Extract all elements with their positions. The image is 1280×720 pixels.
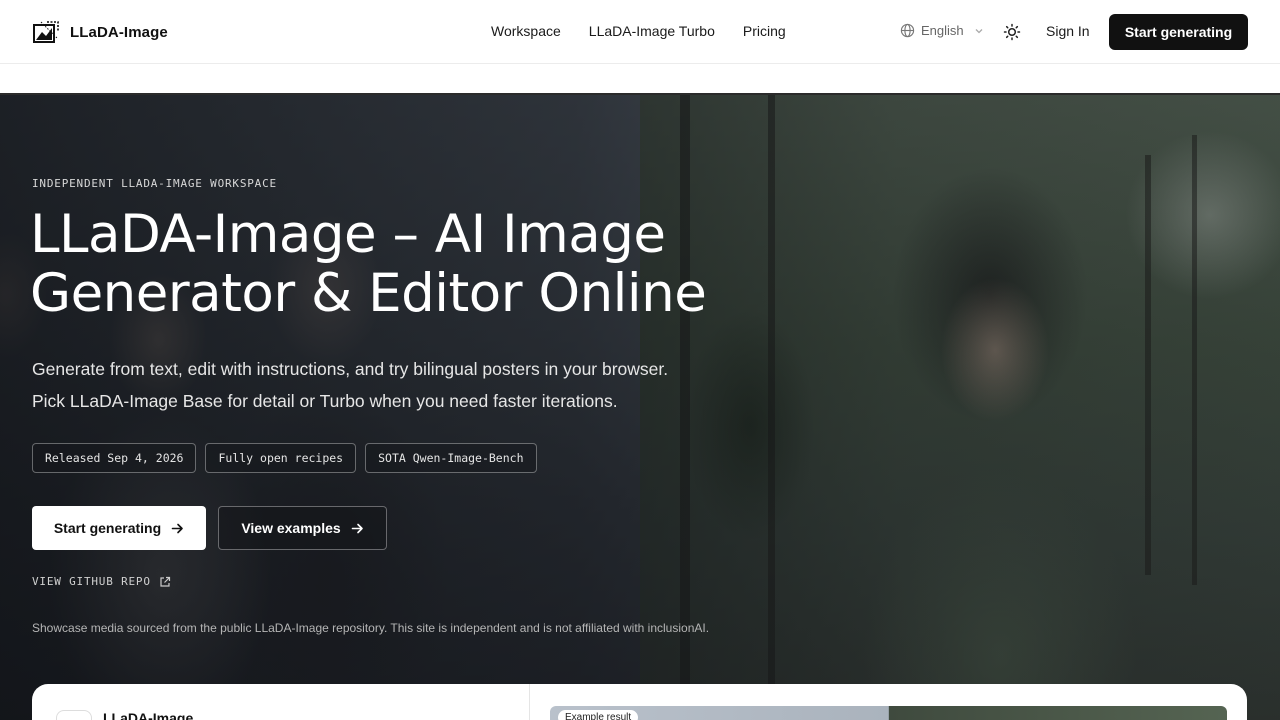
external-link-icon bbox=[160, 576, 170, 587]
chevron-down-icon bbox=[975, 28, 983, 33]
language-label: English bbox=[921, 23, 964, 38]
card-title: LLaDA-Image bbox=[103, 710, 194, 720]
example-result-image[interactable]: Example result bbox=[550, 706, 1227, 720]
start-generating-button[interactable]: Start generating bbox=[32, 506, 206, 550]
hero-subtitle-line-1: Generate from text, edit with instructio… bbox=[32, 359, 669, 379]
hero-subtitle-line-2: Pick LLaDA-Image Base for detail or Turb… bbox=[32, 391, 618, 411]
nav-link-workspace[interactable]: Workspace bbox=[491, 23, 561, 39]
view-examples-button[interactable]: View examples bbox=[218, 506, 387, 550]
hero-section: INDEPENDENT LLADA-IMAGE WORKSPACE LLaDA-… bbox=[0, 93, 1280, 720]
sign-in-link[interactable]: Sign In bbox=[1046, 23, 1090, 39]
brand-logo-icon bbox=[33, 21, 59, 43]
start-generating-nav-button[interactable]: Start generating bbox=[1109, 14, 1248, 50]
brand-name: LLaDA-Image bbox=[70, 23, 168, 41]
nav-link-turbo[interactable]: LLaDA-Image Turbo bbox=[589, 23, 715, 39]
start-generating-label: Start generating bbox=[53, 520, 162, 536]
hero-disclaimer: Showcase media sourced from the public L… bbox=[32, 621, 710, 635]
hero-title-line-1: LLaDA-Image – AI Image bbox=[30, 204, 666, 265]
sun-icon bbox=[1003, 23, 1021, 41]
benchmark-badge: SOTA Qwen-Image-Bench bbox=[365, 443, 537, 473]
release-date-badge: Released Sep 4, 2026 bbox=[32, 443, 197, 473]
card-divider bbox=[529, 684, 530, 720]
card-logo-icon bbox=[56, 710, 92, 720]
hero-subtitle: Generate from text, edit with instructio… bbox=[32, 353, 752, 417]
view-examples-label: View examples bbox=[241, 520, 341, 536]
brand[interactable]: LLaDA-Image bbox=[33, 20, 168, 44]
main-nav: Workspace LLaDA-Image Turbo Pricing bbox=[491, 23, 786, 39]
hero-title-line-2: Generator & Editor Online bbox=[30, 263, 707, 324]
globe-icon bbox=[900, 23, 915, 38]
hero-badges: Released Sep 4, 2026 Fully open recipes … bbox=[32, 443, 537, 473]
theme-toggle[interactable] bbox=[1003, 23, 1021, 41]
hero-actions: Start generating View examples bbox=[32, 506, 387, 550]
hero-title: LLaDA-Image – AI Image Generator & Edito… bbox=[30, 205, 810, 323]
arrow-right-icon bbox=[351, 523, 363, 533]
hero-eyebrow: INDEPENDENT LLADA-IMAGE WORKSPACE bbox=[32, 177, 277, 190]
example-result-badge: Example result bbox=[558, 710, 639, 720]
workspace-preview-card: LLaDA-Image Example result bbox=[32, 684, 1247, 720]
arrow-right-icon bbox=[171, 523, 183, 533]
nav-link-pricing[interactable]: Pricing bbox=[743, 23, 786, 39]
github-repo-label: VIEW GITHUB REPO bbox=[32, 575, 151, 588]
open-recipes-badge: Fully open recipes bbox=[205, 443, 357, 473]
github-repo-link[interactable]: VIEW GITHUB REPO bbox=[32, 575, 171, 588]
language-selector[interactable]: English bbox=[900, 23, 984, 38]
top-nav: LLaDA-Image Workspace LLaDA-Image Turbo … bbox=[0, 0, 1280, 64]
